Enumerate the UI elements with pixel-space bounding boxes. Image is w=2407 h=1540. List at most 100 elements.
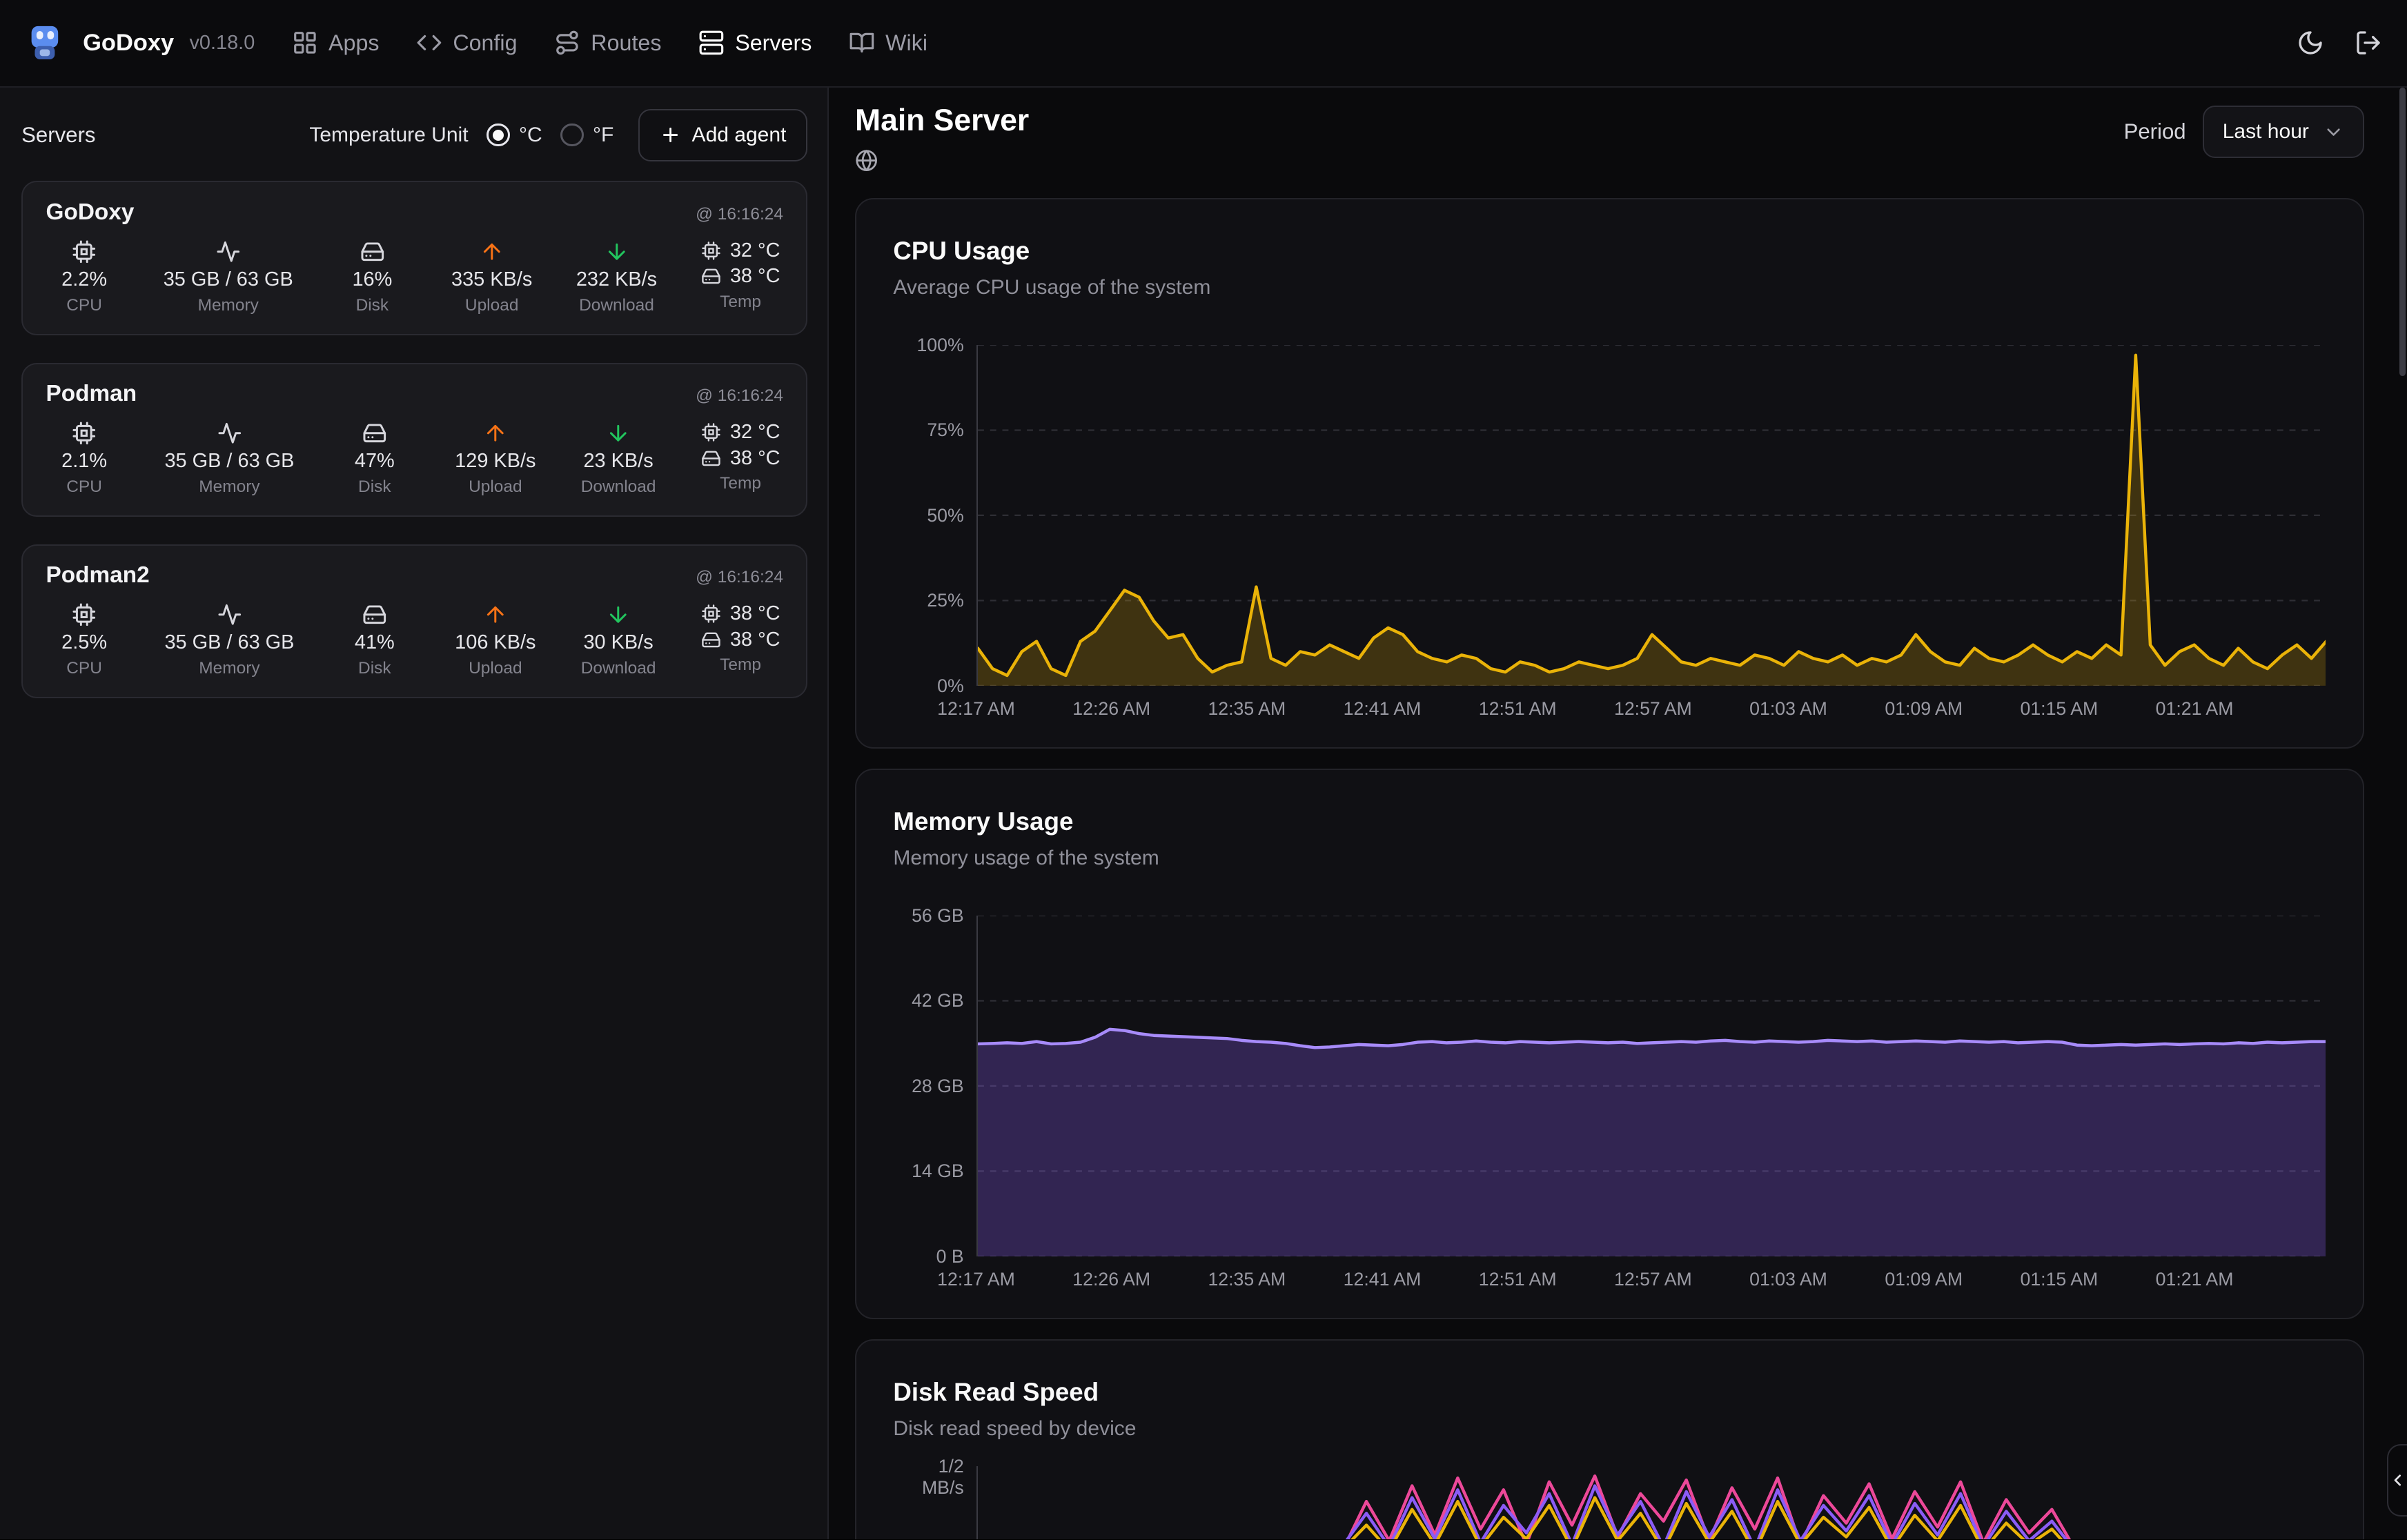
cpu-chip-icon — [701, 241, 721, 261]
navbar-actions — [2297, 29, 2383, 57]
y-tick-label: 100% — [916, 335, 963, 356]
x-tick-label: 12:51 AM — [1479, 698, 1557, 720]
upload-stat: 129 KB/s Upload — [455, 421, 536, 497]
y-tick-label: 1/2 MB/s — [922, 1456, 964, 1499]
x-tick-label: 01:09 AM — [1885, 698, 1963, 720]
sidebar-collapse-handle[interactable] — [2387, 1444, 2407, 1517]
hard-drive-icon — [701, 266, 721, 286]
cpu-usage-chart-card: CPU Usage Average CPU usage of the syste… — [855, 198, 2364, 749]
brand-title: GoDoxy — [83, 30, 174, 57]
y-tick-label: 42 GB — [912, 990, 964, 1011]
nav-item-wiki[interactable]: Wiki — [849, 30, 927, 56]
temperature-unit-label: Temperature Unit — [309, 124, 468, 147]
x-tick-label: 01:21 AM — [2156, 698, 2234, 720]
theme-toggle-moon-icon[interactable] — [2297, 29, 2324, 57]
x-tick-label: 01:09 AM — [1885, 1269, 1963, 1290]
x-tick-label: 12:17 AM — [937, 1269, 1015, 1290]
upload-stat: 335 KB/s Upload — [451, 239, 532, 315]
x-axis: 12:17 AM12:26 AM12:35 AM12:41 AM12:51 AM… — [976, 1269, 2326, 1294]
temp-stat: 32 °C 38 °C Temp — [701, 239, 780, 315]
cpu-stat: 2.1% CPU — [49, 421, 119, 497]
x-tick-label: 12:26 AM — [1072, 698, 1150, 720]
chart-title: Disk Read Speed — [893, 1377, 2326, 1408]
cpu-stat: 2.2% CPU — [49, 239, 119, 315]
arrow-down-icon — [606, 602, 631, 627]
activity-icon — [217, 602, 242, 627]
cpu-chip-icon — [701, 604, 721, 624]
chart-subtitle: Average CPU usage of the system — [893, 275, 2326, 301]
chevron-down-icon — [2323, 121, 2344, 143]
temperature-unit-group: Temperature Unit °C °F — [309, 124, 613, 147]
book-icon — [849, 30, 875, 56]
y-tick-label: 56 GB — [912, 905, 964, 927]
nav-item-routes[interactable]: Routes — [554, 30, 662, 56]
x-tick-label: 12:26 AM — [1072, 1269, 1150, 1290]
x-axis: 12:17 AM12:26 AM12:35 AM12:41 AM12:51 AM… — [976, 698, 2326, 723]
chart-title: CPU Usage — [893, 236, 2326, 266]
disk-stat: 47% Disk — [340, 421, 410, 497]
add-agent-button[interactable]: Add agent — [638, 109, 807, 161]
download-stat: 30 KB/s Download — [581, 602, 656, 678]
plot-area — [976, 345, 2326, 686]
x-tick-label: 12:57 AM — [1614, 698, 1692, 720]
y-tick-label: 14 GB — [912, 1161, 964, 1182]
server-list: GoDoxy @ 16:16:24 2.2% CPU 35 GB / 63 GB… — [21, 181, 807, 698]
chart-subtitle: Disk read speed by device — [893, 1416, 2326, 1442]
y-tick-label: 0% — [937, 675, 964, 697]
x-tick-label: 12:41 AM — [1344, 1269, 1422, 1290]
memory-usage-chart-card: Memory Usage Memory usage of the system … — [855, 769, 2364, 1319]
x-tick-label: 12:51 AM — [1479, 1269, 1557, 1290]
disk-read-chart-card: Disk Read Speed Disk read speed by devic… — [855, 1339, 2364, 1539]
server-card[interactable]: GoDoxy @ 16:16:24 2.2% CPU 35 GB / 63 GB… — [21, 181, 807, 335]
arrow-up-icon — [480, 239, 504, 264]
x-tick-label: 01:15 AM — [2020, 698, 2098, 720]
period-label: Period — [2124, 119, 2186, 144]
radio-selected-icon — [487, 124, 509, 146]
hard-drive-icon — [362, 602, 387, 627]
download-stat: 23 KB/s Download — [581, 421, 656, 497]
arrow-up-icon — [483, 421, 508, 446]
logout-icon[interactable] — [2355, 29, 2382, 57]
download-stat: 232 KB/s Download — [576, 239, 657, 315]
disk-read-plot — [978, 1466, 2326, 1539]
server-card[interactable]: Podman @ 16:16:24 2.1% CPU 35 GB / 63 GB… — [21, 363, 807, 517]
hard-drive-icon — [701, 630, 721, 650]
y-axis: 56 GB42 GB28 GB14 GB0 B — [893, 916, 976, 1256]
nav-item-apps[interactable]: Apps — [292, 30, 380, 56]
main-content: Main Server Period Last hour CPU Usage A… — [829, 88, 2407, 1539]
memory-stat: 35 GB / 63 GB Memory — [164, 602, 294, 678]
godoxy-app: GoDoxy v0.18.0 Apps Config Routes Server… — [0, 0, 2407, 1539]
plot-area — [976, 1466, 2326, 1539]
servers-sidebar: Servers Temperature Unit °C °F Add agent — [0, 88, 829, 1539]
nav-item-config[interactable]: Config — [416, 30, 518, 56]
memory-usage-plot — [978, 916, 2326, 1256]
sidebar-title: Servers — [21, 123, 95, 148]
code-icon — [416, 30, 442, 56]
hard-drive-icon — [362, 421, 387, 446]
fahrenheit-radio[interactable]: °F — [560, 124, 613, 147]
activity-icon — [216, 239, 241, 264]
x-tick-label: 12:35 AM — [1208, 698, 1286, 720]
godoxy-logo-icon — [25, 23, 65, 63]
disk-stat: 41% Disk — [340, 602, 410, 678]
scrollbar-thumb[interactable] — [2399, 88, 2406, 376]
navbar: GoDoxy v0.18.0 Apps Config Routes Server… — [0, 0, 2407, 88]
x-tick-label: 12:17 AM — [937, 698, 1015, 720]
arrow-down-icon — [606, 421, 631, 446]
page-title: Main Server — [855, 101, 1029, 140]
cpu-stat: 2.5% CPU — [49, 602, 119, 678]
y-tick-label: 75% — [927, 419, 963, 441]
celsius-radio[interactable]: °C — [487, 124, 542, 147]
memory-stat: 35 GB / 63 GB Memory — [164, 421, 294, 497]
server-updated-time: @ 16:16:24 — [696, 205, 783, 224]
globe-icon[interactable] — [855, 149, 878, 172]
x-tick-label: 12:41 AM — [1344, 698, 1422, 720]
server-card[interactable]: Podman2 @ 16:16:24 2.5% CPU 35 GB / 63 G… — [21, 544, 807, 698]
period-select[interactable]: Last hour — [2203, 106, 2364, 158]
x-tick-label: 12:35 AM — [1208, 1269, 1286, 1290]
nav-item-servers[interactable]: Servers — [698, 30, 812, 56]
plus-icon — [660, 124, 681, 146]
main-nav: Apps Config Routes Servers Wiki — [292, 30, 927, 56]
hard-drive-icon — [701, 448, 721, 468]
memory-stat: 35 GB / 63 GB Memory — [164, 239, 293, 315]
